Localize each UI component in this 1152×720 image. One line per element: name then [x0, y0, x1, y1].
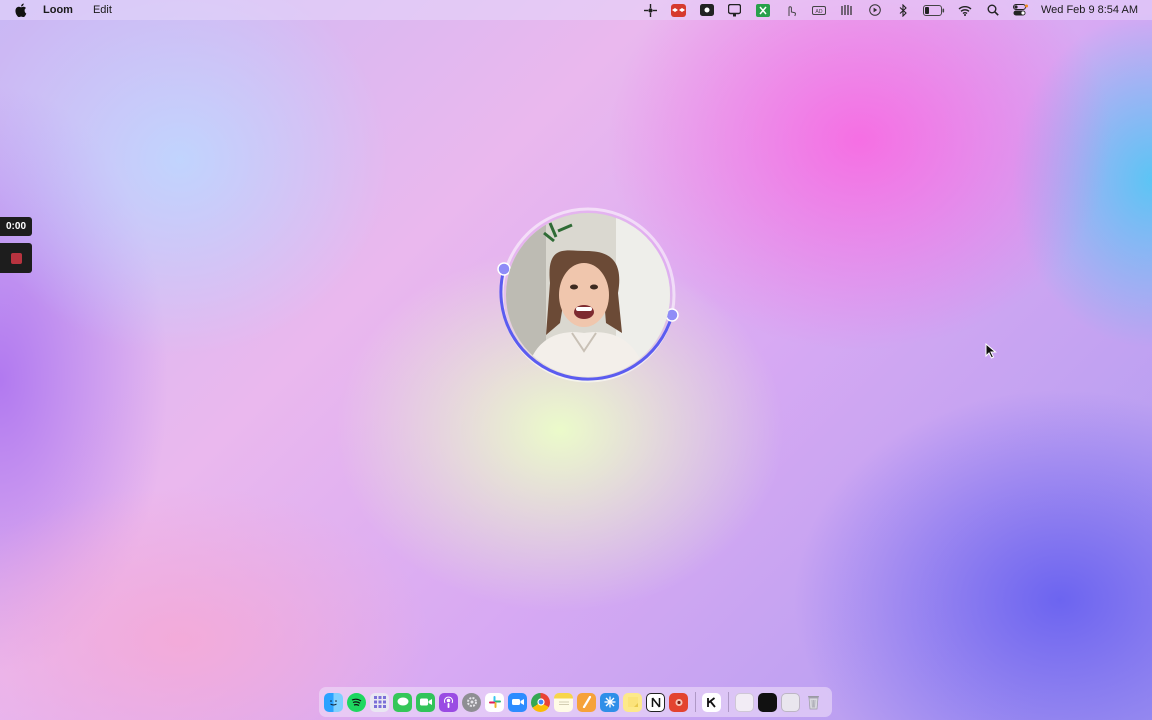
stickies-icon[interactable]	[623, 692, 642, 712]
dock-separator	[728, 692, 729, 712]
recent-window-icon[interactable]	[735, 692, 754, 712]
menubar-clock[interactable]: Wed Feb 9 8:54 AM	[1041, 4, 1138, 16]
app-name-menu[interactable]: Loom	[43, 4, 73, 16]
audio-icon[interactable]	[839, 3, 855, 17]
wifi-icon[interactable]	[957, 3, 973, 17]
play-icon[interactable]	[867, 3, 883, 17]
loom-icon[interactable]	[643, 3, 659, 17]
slack-icon[interactable]	[485, 692, 504, 712]
menu-edit[interactable]: Edit	[93, 4, 112, 16]
dock-separator	[695, 692, 696, 712]
touch-icon[interactable]	[783, 3, 799, 17]
stop-recording-button[interactable]	[0, 243, 32, 273]
pages-icon[interactable]	[577, 692, 596, 712]
klack-icon[interactable]	[702, 692, 721, 712]
mouse-cursor-icon	[985, 342, 997, 364]
photo-booth-icon[interactable]	[669, 692, 688, 712]
finder-icon[interactable]	[324, 692, 343, 712]
notes-icon[interactable]	[554, 692, 573, 712]
trash-icon[interactable]	[804, 693, 823, 712]
messages-icon[interactable]	[393, 692, 412, 712]
apple-icon[interactable]	[14, 3, 28, 17]
bluetooth-icon[interactable]	[895, 3, 911, 17]
zoom-icon[interactable]	[508, 692, 527, 712]
search-icon[interactable]	[985, 3, 1001, 17]
screen-record-icon[interactable]	[699, 3, 715, 17]
stop-icon	[10, 252, 22, 264]
screenshot-icon[interactable]	[727, 3, 743, 17]
facetime-icon[interactable]	[416, 692, 435, 712]
recording-timer: 0:00	[0, 217, 32, 236]
svg-text:AD: AD	[815, 9, 822, 15]
control-center-icon[interactable]	[1013, 3, 1029, 17]
spotify-icon[interactable]	[347, 692, 366, 712]
notion-icon[interactable]	[646, 692, 665, 712]
dropbox-icon[interactable]	[671, 3, 687, 17]
launchpad-icon[interactable]	[370, 692, 389, 712]
camera-bubble[interactable]	[496, 203, 680, 387]
status-area: AD Wed Feb 9 8:54 AM	[631, 0, 1138, 20]
keyboard-icon[interactable]	[755, 3, 771, 17]
webcam-feed	[506, 213, 670, 377]
recent-window-icon[interactable]	[758, 692, 777, 712]
camera-off-icon[interactable]: AD	[811, 3, 827, 17]
podcasts-icon[interactable]	[439, 692, 458, 712]
recording-timer-text: 0:00	[5, 221, 26, 232]
recent-window-icon[interactable]	[781, 692, 800, 712]
dock	[319, 687, 832, 717]
menu-bar: Loom Edit AD Wed Feb 9 8:54 AM	[0, 0, 1152, 20]
chrome-icon[interactable]	[531, 692, 550, 712]
battery-icon[interactable]	[922, 3, 945, 17]
perplexity-icon[interactable]	[600, 692, 619, 712]
system-preferences-icon[interactable]	[462, 692, 481, 712]
